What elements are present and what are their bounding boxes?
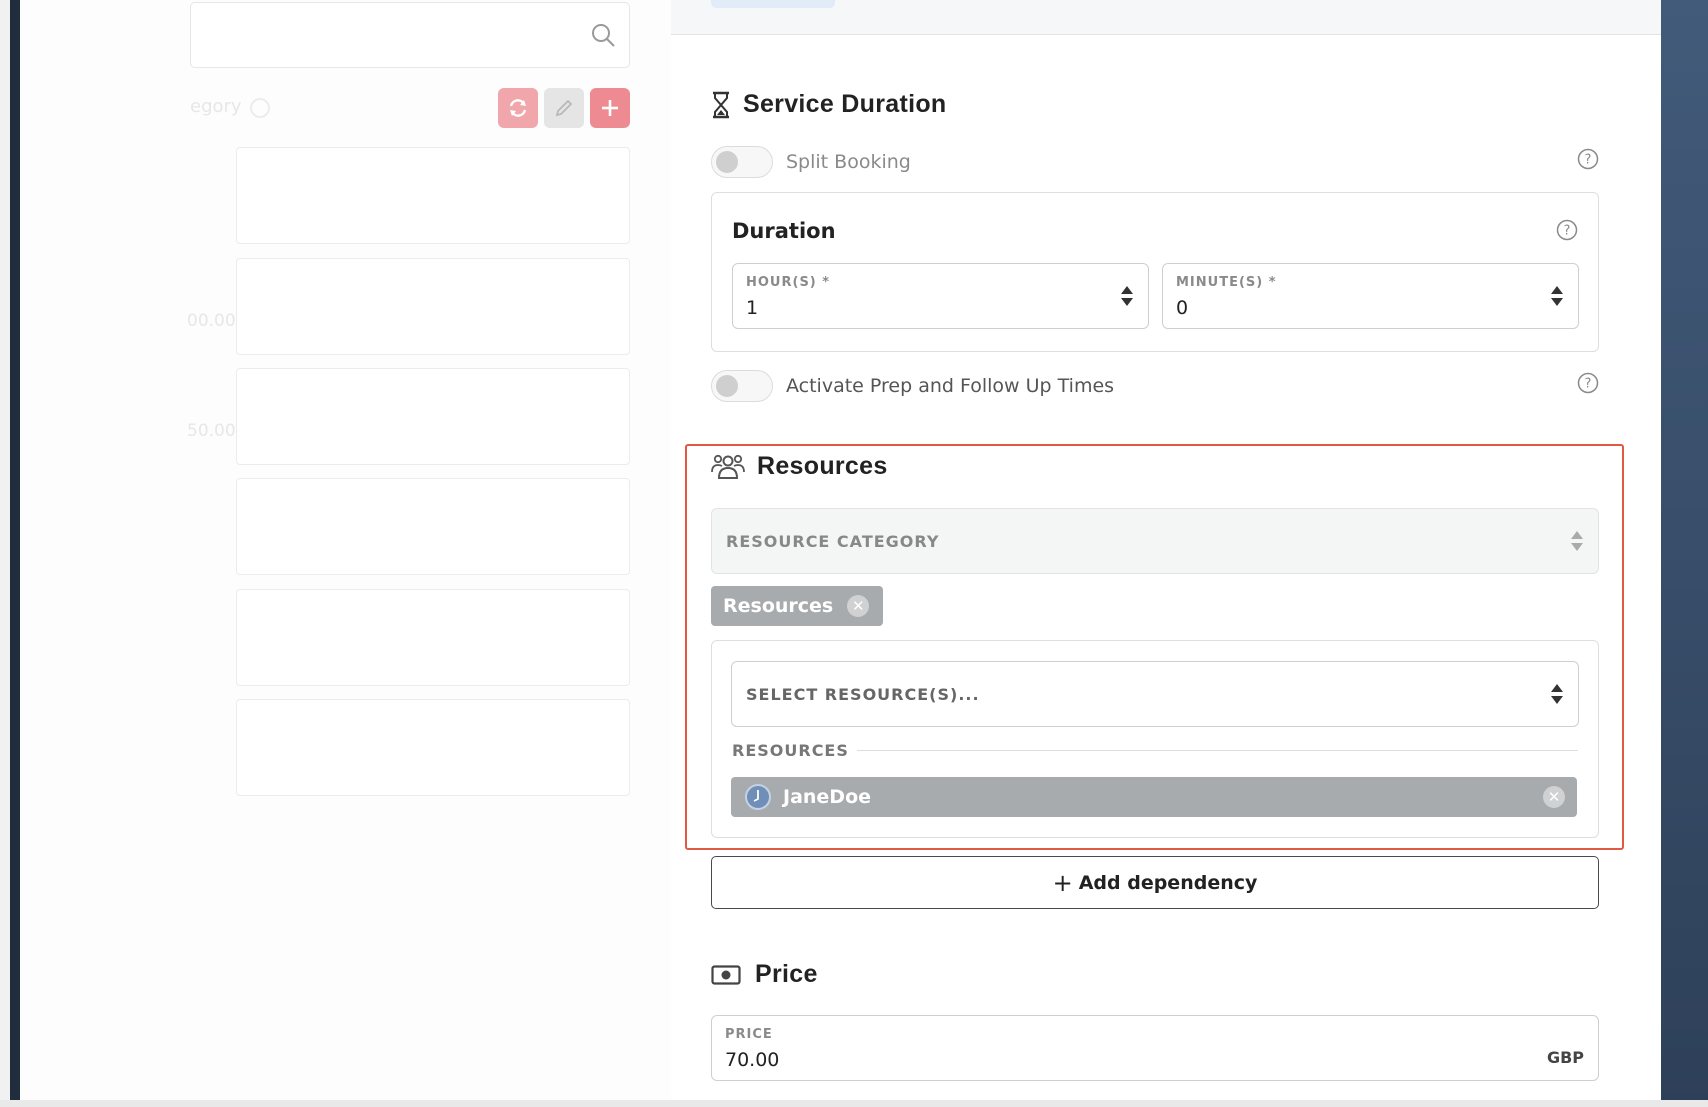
hourglass-icon	[713, 91, 729, 118]
price-hint-text	[711, 1088, 1591, 1100]
toggle-knob	[716, 375, 738, 397]
add-dependency-button[interactable]: + Add dependency	[711, 856, 1599, 909]
plus-icon	[602, 100, 618, 116]
currency-label: GBP	[1546, 1048, 1584, 1067]
resources-heading: Resources	[711, 452, 888, 481]
toggle-knob	[716, 151, 738, 173]
remove-resource-icon[interactable]: ✕	[1543, 786, 1565, 808]
search-input[interactable]	[190, 2, 630, 68]
resource-category-chip[interactable]: Resources ✕	[711, 586, 884, 626]
stepper-arrows-icon[interactable]	[1120, 285, 1134, 307]
money-icon	[711, 964, 741, 985]
split-booking-label: Split Booking	[786, 151, 911, 173]
app-left-edge	[10, 0, 20, 1100]
active-tab[interactable]	[711, 0, 835, 8]
prep-followup-toggle[interactable]	[711, 370, 773, 402]
list-item[interactable]: 50.00	[187, 368, 630, 465]
price-field[interactable]: PRICE 70.00 GBP	[711, 1015, 1599, 1081]
selected-resource-item[interactable]: JaneDoe ✕	[731, 777, 1577, 817]
resource-name: JaneDoe	[783, 786, 872, 808]
add-dependency-label: Add dependency	[1078, 871, 1258, 894]
svg-text:?: ?	[1585, 377, 1592, 392]
select-arrows-icon	[1551, 684, 1563, 704]
hours-value: 1	[746, 297, 759, 319]
resource-category-select[interactable]: RESOURCE CATEGORY	[711, 508, 1599, 574]
plus-icon: +	[1052, 868, 1073, 897]
prep-followup-label: Activate Prep and Follow Up Times	[786, 375, 1115, 397]
chip-label: Resources	[723, 595, 834, 617]
avatar-image	[753, 790, 759, 802]
resource-select[interactable]: SELECT RESOURCE(S)...	[731, 661, 1579, 727]
avatar	[745, 784, 771, 810]
list-item-price: 50.00	[187, 421, 236, 441]
svg-text:?: ?	[1564, 224, 1571, 239]
window-bottom-edge	[0, 1100, 1708, 1107]
price-heading: Price	[711, 960, 818, 989]
section-title: Resources	[757, 452, 888, 480]
users-icon	[711, 454, 745, 479]
list-item[interactable]: 00.00	[187, 258, 630, 355]
resource-select-placeholder: SELECT RESOURCE(S)...	[746, 684, 980, 704]
list-item[interactable]	[236, 699, 630, 796]
services-list-panel: egory 00.00 50.00	[20, 0, 672, 1100]
service-duration-heading: Service Duration	[711, 90, 946, 119]
divider	[856, 750, 1578, 751]
hours-label: HOUR(S) *	[746, 275, 831, 290]
add-service-button[interactable]	[590, 88, 630, 128]
svg-text:?: ?	[1585, 153, 1592, 168]
remove-chip-icon[interactable]: ✕	[847, 595, 870, 617]
price-value: 70.00	[725, 1049, 780, 1071]
list-item-price: 00.00	[187, 311, 236, 331]
duration-title: Duration	[732, 219, 836, 243]
pencil-icon	[555, 99, 573, 117]
stepper-arrows-icon[interactable]	[1550, 285, 1564, 307]
page-background-edge	[1661, 0, 1708, 1107]
resources-group-label: RESOURCES	[732, 741, 849, 760]
select-arrows-icon	[1571, 531, 1583, 551]
search-icon[interactable]	[589, 21, 617, 49]
list-item[interactable]	[236, 478, 630, 575]
category-label: egory	[190, 96, 242, 117]
list-item[interactable]	[236, 147, 630, 244]
form-topbar	[671, 0, 1661, 35]
section-title: Price	[755, 960, 818, 988]
resources-group-divider: RESOURCES	[732, 741, 1578, 760]
help-icon[interactable]: ?	[1577, 372, 1599, 394]
edit-button[interactable]	[544, 88, 584, 128]
minutes-field[interactable]: MINUTE(S) * 0	[1162, 263, 1579, 329]
help-icon[interactable]: ?	[1577, 148, 1599, 170]
refresh-button[interactable]	[498, 88, 538, 128]
split-booking-toggle[interactable]	[711, 146, 773, 178]
duration-box: Duration ? HOUR(S) * 1 MINUTE(S) * 0	[711, 192, 1599, 352]
price-label: PRICE	[725, 1027, 773, 1042]
section-title: Service Duration	[743, 90, 947, 118]
minutes-label: MINUTE(S) *	[1176, 275, 1277, 290]
globe-icon	[250, 98, 270, 118]
minutes-value: 0	[1176, 297, 1189, 319]
hours-field[interactable]: HOUR(S) * 1	[732, 263, 1149, 329]
help-icon[interactable]: ?	[1556, 219, 1578, 241]
resource-category-placeholder: RESOURCE CATEGORY	[726, 531, 940, 551]
resource-selection-box: SELECT RESOURCE(S)... RESOURCES JaneDoe …	[711, 640, 1599, 838]
list-item[interactable]	[236, 589, 630, 686]
refresh-icon	[509, 99, 527, 117]
